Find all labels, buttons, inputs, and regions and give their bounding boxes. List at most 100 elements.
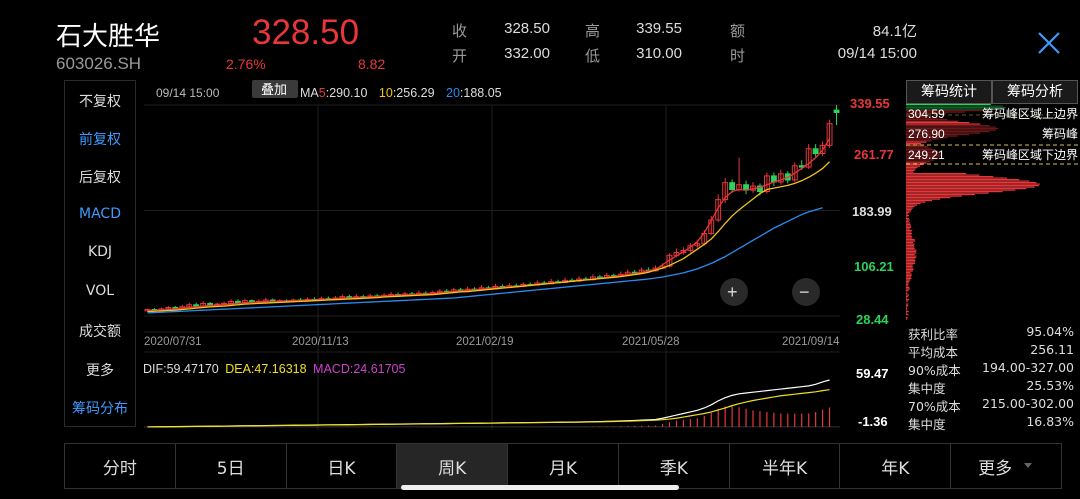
chip-bar-67 [906, 205, 917, 206]
chip-bar-44 [906, 170, 914, 171]
tab-daily-k[interactable]: 日K [287, 444, 398, 488]
chip-bar-75 [906, 217, 907, 218]
chip-bar-123 [906, 289, 910, 290]
quote-close-label: 收 [452, 20, 467, 41]
chip-bar-46 [906, 173, 966, 174]
chip-bar-66 [906, 203, 921, 204]
chip-bar-76 [906, 218, 909, 219]
quote-high-value: 339.55 [600, 20, 682, 37]
tab-5day[interactable]: 5日 [176, 444, 287, 488]
chip-bar-83 [906, 229, 910, 230]
chip-bar-118 [906, 281, 909, 282]
chip-bar-54 [906, 185, 1039, 186]
quote-low-value: 310.00 [600, 45, 682, 62]
chip-bar-117 [906, 280, 910, 281]
candle-7 [194, 305, 199, 306]
tab-more[interactable]: 更多 [951, 444, 1061, 488]
chip-panel: 筹码统计 筹码分析 304.59 筹码峰区域上边界 276.90 筹码峰 249… [906, 80, 1080, 434]
date-axis-label-4: 2021/09/14 [782, 336, 840, 348]
chip-bar-102 [906, 257, 916, 258]
chip-bar-64 [906, 200, 932, 201]
chip-bar-115 [906, 277, 911, 278]
menu-vol[interactable]: VOL [65, 283, 135, 299]
chip-bar-140 [906, 314, 908, 315]
overlay-button[interactable]: 叠加 [252, 80, 298, 98]
chip-bar-134 [906, 305, 908, 306]
quote-open-label: 开 [452, 45, 467, 66]
date-axis-label-2: 2021/02/19 [456, 336, 514, 348]
macd-axis-top: 59.47 [856, 366, 889, 381]
chip-bar-127 [906, 295, 909, 296]
chip-bar-96 [906, 248, 915, 249]
chip-bar-51 [906, 181, 1029, 182]
menu-macd[interactable]: MACD [65, 206, 135, 222]
chip-bar-136 [906, 308, 907, 309]
chip-bar-25 [906, 142, 926, 143]
tab-chip-analysis[interactable]: 筹码分析 [992, 80, 1078, 104]
chip-bar-101 [906, 256, 916, 257]
stat-70-cost: 70%成本 215.00-302.00 [908, 396, 1074, 414]
menu-no-adjust[interactable]: 不复权 [65, 91, 135, 111]
tab-quarterly-k[interactable]: 季K [619, 444, 730, 488]
chip-bar-82 [906, 227, 911, 228]
chip-bar-103 [906, 259, 915, 260]
chip-bar-119 [906, 283, 909, 284]
tab-intraday[interactable]: 分时 [65, 444, 176, 488]
chip-bar-116 [906, 278, 911, 279]
chip-bar-89 [906, 238, 913, 239]
date-axis-label-1: 2020/11/13 [292, 336, 349, 348]
tab-monthly-k[interactable]: 月K [508, 444, 619, 488]
chip-bar-26 [906, 143, 921, 144]
chart-time-label: 09/14 15:00 [156, 86, 220, 100]
chip-bar-108 [906, 266, 913, 267]
chip-bar-137 [906, 310, 907, 311]
chip-bar-42 [906, 167, 918, 168]
menu-kdj[interactable]: KDJ [65, 244, 135, 260]
chip-bar-65 [906, 202, 925, 203]
change-percent: 2.76% [226, 56, 266, 72]
close-icon[interactable] [1036, 30, 1062, 56]
chip-peak-label: 筹码峰 [1042, 127, 1078, 141]
chip-bar-111 [906, 271, 913, 272]
tab-weekly-k[interactable]: 周K [397, 444, 508, 488]
chip-bar-135 [906, 307, 907, 308]
change-amount: 8.82 [358, 56, 385, 72]
tab-chip-stats[interactable]: 筹码统计 [906, 80, 992, 104]
chip-bar-138 [906, 311, 909, 312]
tab-yearly-k[interactable]: 年K [840, 444, 951, 488]
chip-bar-12 [906, 122, 969, 123]
menu-more[interactable]: 更多 [65, 360, 135, 380]
candle-13 [236, 301, 241, 302]
chip-bar-124 [906, 290, 909, 291]
menu-turnover[interactable]: 成交额 [65, 321, 135, 341]
indicator-menu: 不复权 前复权 后复权 MACD KDJ VOL 成交额 更多 筹码分布 [64, 80, 136, 427]
chip-bar-130 [906, 299, 909, 300]
stat-profit-ratio: 获利比率 95.04% [908, 324, 1074, 342]
kline-chart[interactable]: 09/14 15:00 叠加 MA5:290.10 10:256.29 20:1… [140, 80, 902, 434]
stat-concentration-90: 集中度 25.53% [908, 378, 1074, 396]
quote-time-value: 09/14 15:00 [790, 45, 917, 62]
chip-bar-107 [906, 265, 913, 266]
chip-bar-85 [906, 232, 911, 233]
chip-bar-128 [906, 296, 908, 297]
chip-bar-74 [906, 215, 909, 216]
home-indicator [401, 485, 679, 490]
chip-bar-79 [906, 223, 910, 224]
chip-bar-131 [906, 301, 908, 302]
menu-backward-adjust[interactable]: 后复权 [65, 167, 135, 187]
chip-bar-114 [906, 275, 912, 276]
chip-bar-55 [906, 187, 1034, 188]
chip-bar-62 [906, 197, 950, 198]
chip-bar-110 [906, 269, 914, 270]
menu-forward-adjust[interactable]: 前复权 [65, 129, 135, 149]
chip-lower-label: 筹码峰区域下边界 [982, 148, 1078, 162]
chip-bar-53 [906, 184, 1040, 185]
zoom-out-button[interactable]: − [792, 278, 820, 306]
price-axis-label-2: 183.99 [852, 204, 892, 219]
tab-halfyear-k[interactable]: 半年K [730, 444, 841, 488]
chip-bar-49 [906, 178, 1007, 179]
zoom-in-button[interactable]: + [720, 278, 748, 306]
chip-bar-57 [906, 190, 1015, 191]
candle-99 [834, 110, 839, 112]
menu-chip-distribution[interactable]: 筹码分布 [65, 398, 135, 418]
